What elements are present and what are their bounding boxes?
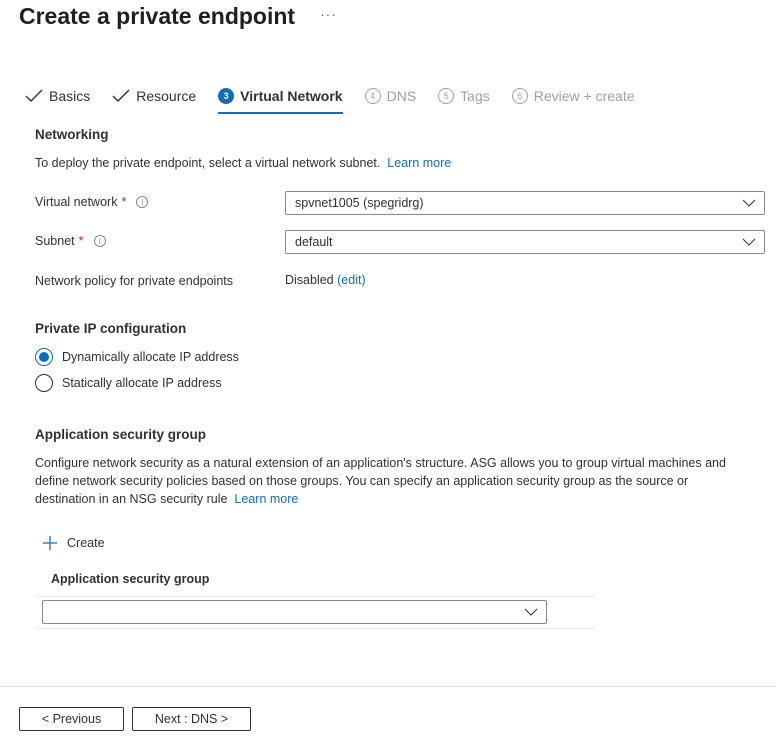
field-label-text: Virtual network (35, 195, 118, 209)
checkmark-icon (25, 89, 43, 102)
tab-dns[interactable]: 4 DNS (364, 86, 417, 106)
tab-label: Basics (49, 88, 91, 104)
radio-label: Statically allocate IP address (62, 376, 222, 390)
chevron-down-icon (524, 608, 538, 616)
field-label-text: Subnet (35, 234, 75, 248)
tab-basics[interactable]: Basics (25, 86, 90, 106)
virtual-network-label: Virtual network * i (35, 195, 149, 209)
asg-learn-more-link[interactable]: Learn more (234, 492, 298, 506)
network-policy-value: Disabled (edit) (285, 271, 366, 289)
learn-more-link[interactable]: Learn more (387, 156, 451, 170)
page-title: Create a private endpoint (19, 3, 296, 29)
chevron-down-icon (742, 238, 756, 246)
plus-icon (43, 536, 57, 550)
step-number-badge: 6 (511, 88, 528, 104)
networking-section-title: Networking (35, 127, 109, 142)
asg-section-title: Application security group (35, 427, 207, 442)
asg-description-line: Configure network security as a natural … (35, 456, 726, 470)
next-dns-button[interactable]: Next : DNS > (132, 707, 251, 731)
networking-description-text: To deploy the private endpoint, select a… (35, 156, 381, 170)
private-ip-section-title: Private IP configuration (35, 321, 187, 336)
network-policy-label: Network policy for private endpoints (35, 274, 234, 288)
radio-button-unchecked[interactable] (35, 374, 53, 392)
tab-resource[interactable]: Resource (112, 86, 196, 106)
info-icon[interactable]: i (136, 196, 149, 208)
footer-divider (0, 686, 776, 687)
wizard-tabs: Basics Resource 3 Virtual Network 4 DNS … (25, 86, 657, 116)
radio-dot (39, 352, 49, 362)
step-number-badge: 3 (218, 88, 235, 104)
chevron-down-icon (742, 199, 756, 207)
tab-label: DNS (386, 88, 417, 104)
step-number-badge: 5 (438, 88, 455, 104)
asg-description: Configure network security as a natural … (35, 454, 775, 508)
radio-label: Dynamically allocate IP address (62, 350, 239, 364)
asg-description-text: destination in an NSG security rule (35, 492, 228, 506)
asg-description-line: define network security policies based o… (35, 474, 689, 488)
select-value: default (295, 235, 333, 249)
tab-label: Tags (460, 88, 490, 104)
step-number-badge: 4 (364, 88, 381, 104)
asg-column-header: Application security group (51, 572, 210, 586)
radio-button-checked[interactable] (35, 348, 53, 366)
create-asg-button[interactable]: Create (42, 535, 105, 551)
edit-network-policy-link[interactable]: (edit) (337, 273, 365, 287)
subnet-label: Subnet * i (35, 234, 106, 248)
create-label: Create (67, 536, 105, 550)
asg-description-line: destination in an NSG security rule Lear… (35, 490, 775, 508)
tab-label: Resource (136, 88, 197, 104)
tab-label: Virtual Network (240, 88, 343, 104)
network-policy-status: Disabled (285, 273, 334, 287)
radio-dynamic-ip[interactable]: Dynamically allocate IP address (35, 348, 239, 366)
checkmark-icon (112, 89, 130, 102)
select-value: spvnet1005 (spegridrg) (295, 196, 424, 210)
networking-description: To deploy the private endpoint, select a… (35, 154, 451, 172)
required-indicator: * (78, 234, 84, 248)
tab-review-create[interactable]: 6 Review + create (511, 86, 635, 106)
virtual-network-select[interactable]: spvnet1005 (spegridrg) (285, 191, 765, 215)
grid-divider (35, 596, 595, 597)
tab-label: Review + create (533, 88, 635, 104)
grid-divider (35, 628, 595, 629)
asg-select[interactable] (42, 600, 547, 624)
tab-tags[interactable]: 5 Tags (438, 86, 490, 106)
radio-static-ip[interactable]: Statically allocate IP address (35, 374, 222, 392)
more-options-button[interactable]: ··· (320, 6, 337, 22)
subnet-select[interactable]: default (285, 230, 765, 254)
info-icon[interactable]: i (93, 235, 106, 247)
tab-virtual-network[interactable]: 3 Virtual Network (218, 86, 344, 114)
previous-button[interactable]: < Previous (19, 707, 124, 731)
required-indicator: * (121, 195, 127, 209)
